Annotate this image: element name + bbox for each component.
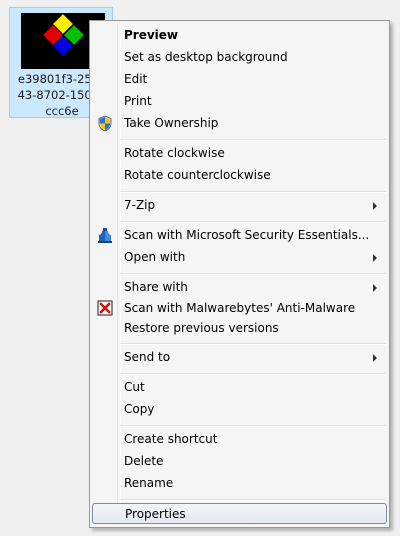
menu-item-preview[interactable]: Preview <box>92 25 387 46</box>
menu-item-properties[interactable]: Properties <box>92 503 387 524</box>
menu-item-7zip[interactable]: 7-Zip <box>92 195 387 216</box>
menu-item-label: Share with <box>124 280 188 294</box>
microsoft-security-essentials-icon <box>96 227 114 244</box>
menu-item-scan-malwarebytes[interactable]: Scan with Malwarebytes' Anti-Malware <box>92 298 387 319</box>
menu-item-label: Rename <box>124 476 174 490</box>
menu-separator <box>120 373 386 375</box>
menu-separator <box>120 221 386 223</box>
menu-separator <box>120 499 386 501</box>
submenu-arrow-icon <box>373 354 377 362</box>
menu-item-share-with[interactable]: Share with <box>92 277 387 298</box>
menu-item-label: Properties <box>125 507 186 521</box>
menu-item-scan-mse[interactable]: Scan with Microsoft Security Essentials.… <box>92 225 387 246</box>
submenu-arrow-icon <box>373 284 377 292</box>
menu-separator <box>120 273 386 275</box>
file-name-line-3: ccc6e <box>45 104 79 118</box>
menu-item-label: Cut <box>124 380 145 394</box>
menu-item-label: Edit <box>124 72 148 86</box>
uac-shield-icon <box>96 115 114 132</box>
menu-item-restore-previous-versions[interactable]: Restore previous versions <box>92 318 387 339</box>
menu-item-label: Rotate clockwise <box>124 146 225 160</box>
menu-item-print[interactable]: Print <box>92 91 387 112</box>
menu-item-label: Take Ownership <box>124 116 219 130</box>
menu-item-cut[interactable]: Cut <box>92 377 387 398</box>
menu-item-take-ownership[interactable]: Take Ownership <box>92 113 387 134</box>
menu-item-send-to[interactable]: Send to <box>92 347 387 368</box>
menu-separator <box>120 343 386 345</box>
menu-item-label: Set as desktop background <box>124 50 288 64</box>
menu-item-rotate-counterclockwise[interactable]: Rotate counterclockwise <box>92 165 387 186</box>
menu-item-delete[interactable]: Delete <box>92 451 387 472</box>
menu-item-label: Open with <box>124 250 186 264</box>
menu-item-edit[interactable]: Edit <box>92 69 387 90</box>
menu-item-label: Scan with Microsoft Security Essentials.… <box>124 228 370 242</box>
menu-item-label: Print <box>124 94 152 108</box>
menu-item-label: Rotate counterclockwise <box>124 168 271 182</box>
menu-separator <box>120 425 386 427</box>
menu-separator <box>120 191 386 193</box>
menu-item-label: Create shortcut <box>124 432 218 446</box>
submenu-arrow-icon <box>373 254 377 262</box>
menu-item-rotate-clockwise[interactable]: Rotate clockwise <box>92 143 387 164</box>
menu-item-label: Scan with Malwarebytes' Anti-Malware <box>124 301 356 315</box>
menu-item-rename[interactable]: Rename <box>92 473 387 494</box>
malwarebytes-icon <box>96 300 114 317</box>
menu-item-label: 7-Zip <box>124 198 156 212</box>
menu-item-label: Send to <box>124 350 171 364</box>
menu-item-label: Copy <box>124 402 155 416</box>
menu-item-copy[interactable]: Copy <box>92 399 387 420</box>
menu-item-label: Delete <box>124 454 164 468</box>
menu-item-set-desktop-background[interactable]: Set as desktop background <box>92 47 387 68</box>
menu-separator <box>120 139 386 141</box>
menu-item-label: Preview <box>124 28 179 42</box>
menu-item-open-with[interactable]: Open with <box>92 247 387 268</box>
context-menu: Preview Set as desktop background Edit P… <box>89 20 390 528</box>
menu-item-label: Restore previous versions <box>124 321 279 335</box>
menu-item-create-shortcut[interactable]: Create shortcut <box>92 429 387 450</box>
submenu-arrow-icon <box>373 202 377 210</box>
